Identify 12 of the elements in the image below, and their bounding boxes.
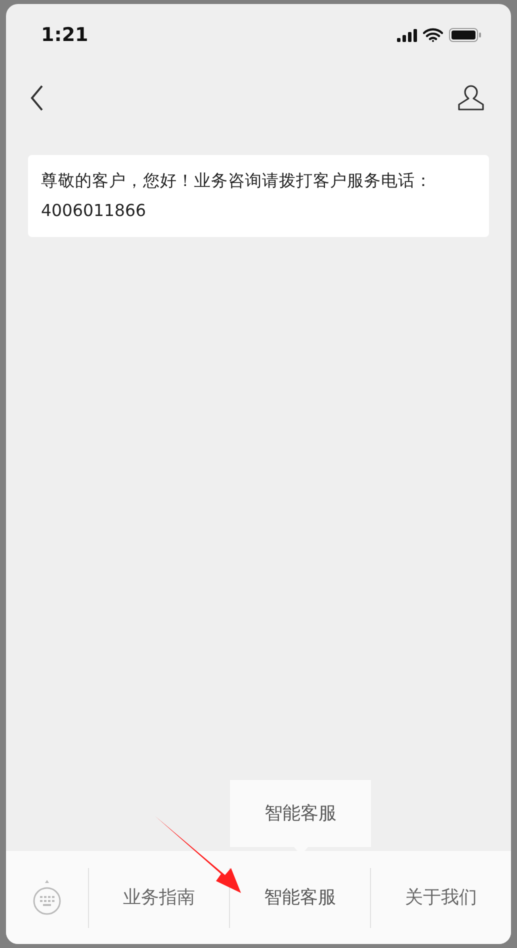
submenu-item[interactable]: 智能客服 [264, 790, 336, 836]
keyboard-icon [32, 880, 62, 916]
menu-tab[interactable]: 关于我们 [399, 880, 483, 915]
status-time: 1:21 [41, 22, 88, 48]
menu-tab[interactable]: 智能客服 [258, 880, 342, 915]
battery-icon [449, 28, 481, 42]
message-bubble: 尊敬的客户，您好！业务咨询请拨打客户服务电话：4006011866 [28, 155, 489, 237]
wifi-icon [423, 28, 443, 42]
person-icon [457, 84, 485, 112]
signal-icon [397, 28, 417, 42]
back-icon [30, 85, 44, 111]
menu-tab[interactable]: 业务指南 [117, 880, 201, 915]
